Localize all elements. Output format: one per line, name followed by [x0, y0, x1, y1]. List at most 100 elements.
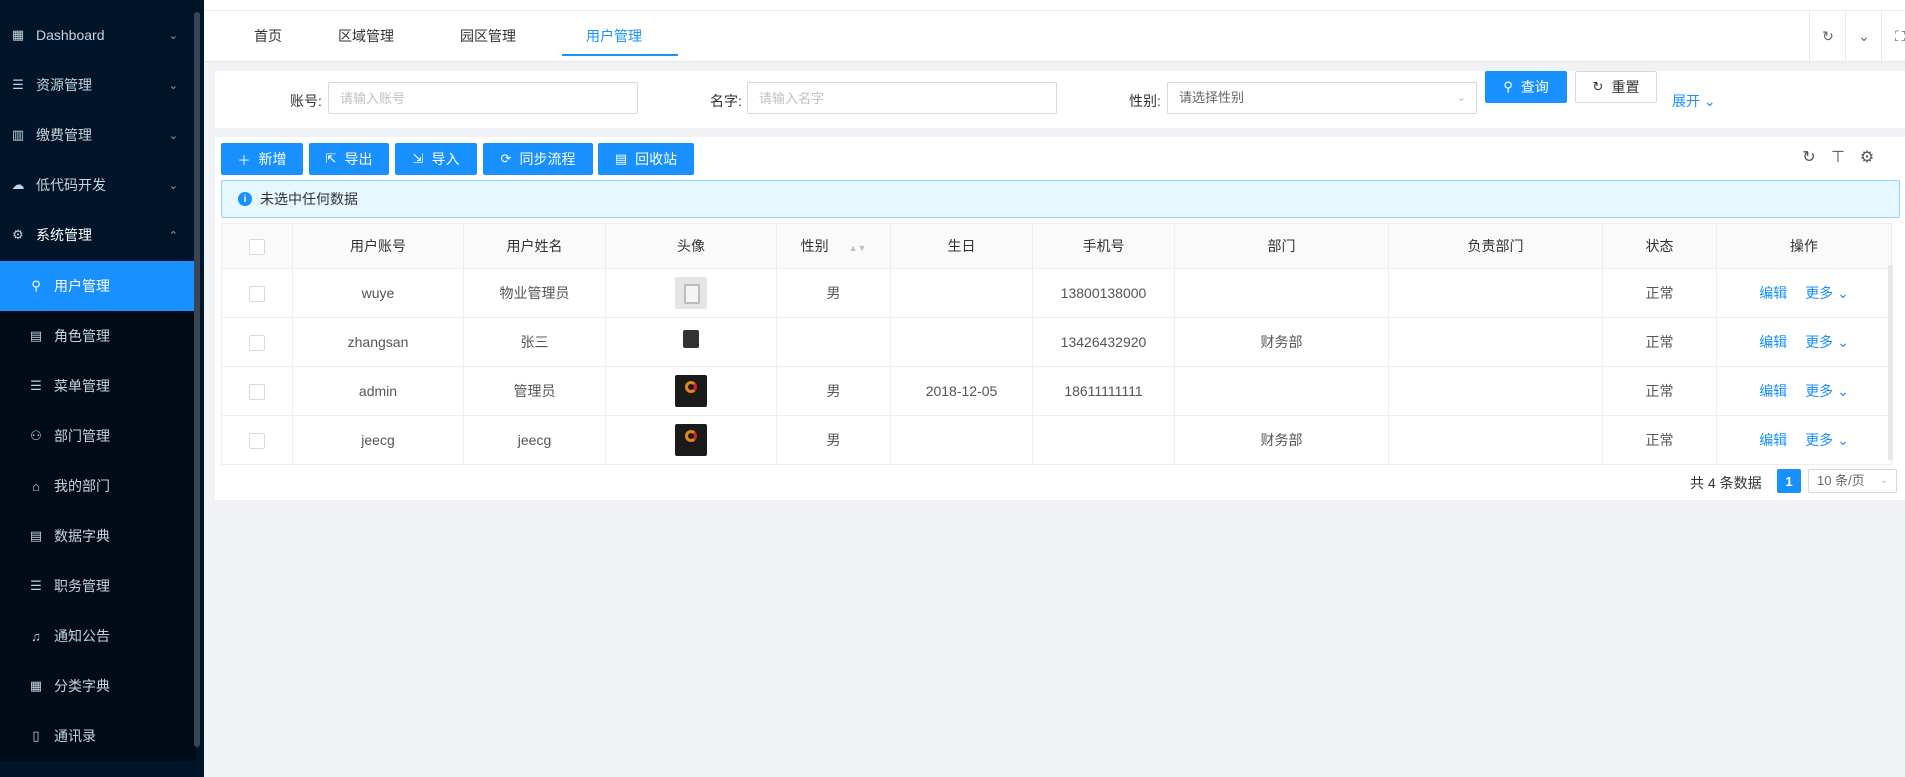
sort-icon[interactable]: ▲▼	[849, 243, 867, 253]
sync-flow-button[interactable]: ⟳ 同步流程	[483, 143, 593, 175]
tab-bar: 首页 区域管理 园区管理 用户管理 ↻ ⌄ ⛶	[204, 0, 1905, 62]
sidebar-item-3[interactable]: ☁ 低代码开发 ⌄	[0, 160, 196, 210]
edit-link[interactable]: 编辑	[1759, 432, 1787, 448]
chevron-down-icon: ⌄	[1456, 92, 1466, 104]
menu-icon: ☰	[30, 378, 42, 393]
gender-cell: 男	[776, 268, 891, 318]
gender-select[interactable]: 请选择性别 ⌄	[1167, 82, 1477, 114]
sidebar-item-4[interactable]: ⚙ 系统管理 ⌃	[0, 210, 196, 260]
avatar[interactable]	[675, 326, 707, 358]
export-button[interactable]: ⇱ 导出	[309, 143, 389, 175]
avatar-cell	[605, 366, 777, 416]
sidebar-subitem-2[interactable]: ☰ 菜单管理	[0, 361, 196, 411]
sidebar: ▦ Dashboard ⌄ ☰ 资源管理 ⌄ ▥ 缴费管理 ⌄ ☁ 低代码开发 ⌄ ⚙ 系统管理 ⌃ ⚲ 用户管…	[0, 0, 204, 777]
user-icon: ⚲	[31, 278, 41, 293]
sidebar-subitem-8[interactable]: ▦ 分类字典	[0, 661, 196, 711]
tab-park-management[interactable]: 园区管理	[460, 26, 516, 46]
sidebar-subitem-7[interactable]: ♫ 通知公告	[0, 611, 196, 661]
sidebar-item-label: 缴费管理	[36, 127, 92, 143]
column-height-icon[interactable]: ⊤	[1829, 148, 1847, 166]
sidebar-scrollbar[interactable]	[194, 12, 200, 747]
more-dropdown[interactable]: 更多 ⌄	[1805, 383, 1849, 399]
account-input[interactable]	[328, 82, 638, 114]
tab-home[interactable]: 首页	[254, 26, 282, 46]
avatar-cell	[605, 268, 777, 318]
more-dropdown[interactable]: 更多 ⌄	[1805, 334, 1849, 350]
gender-cell	[776, 317, 891, 367]
sidebar-subitem-label: 分类字典	[54, 678, 110, 694]
phone-cell: 13800138000	[1032, 268, 1175, 318]
recycle-bin-button[interactable]: ▤ 回收站	[598, 143, 694, 175]
edit-link[interactable]: 编辑	[1759, 285, 1787, 301]
chevron-icon: ⌄	[168, 79, 178, 92]
page-size-select[interactable]: 10 条/页 ⌄	[1808, 469, 1897, 493]
row-checkbox[interactable]	[249, 432, 265, 449]
reset-button[interactable]: ↻ 重置	[1575, 71, 1657, 103]
action-cell: 编辑 更多 ⌄	[1716, 366, 1892, 416]
more-dropdown[interactable]: 更多 ⌄	[1805, 432, 1849, 448]
dept-cell: 财务部	[1174, 415, 1389, 465]
query-button[interactable]: ⚲ 查询	[1485, 71, 1567, 103]
alert-text: 未选中任何数据	[260, 191, 358, 207]
tab-user-management[interactable]: 用户管理	[586, 26, 642, 46]
cloud-icon: ☁	[11, 177, 25, 192]
name-input[interactable]	[747, 82, 1057, 114]
table-scrollbar[interactable]	[1888, 265, 1893, 460]
row-checkbox[interactable]	[249, 334, 265, 351]
import-button[interactable]: ⇲ 导入	[395, 143, 477, 175]
gender-select-placeholder: 请选择性别	[1179, 90, 1245, 105]
select-all-checkbox[interactable]	[249, 238, 265, 255]
chevron-icon: ⌄	[168, 179, 178, 192]
sidebar-item-2[interactable]: ▥ 缴费管理 ⌄	[0, 110, 196, 160]
column-header-gender[interactable]: 性别 ▲▼	[776, 223, 891, 269]
pager-page-1[interactable]: 1	[1777, 469, 1801, 493]
more-dropdown[interactable]: 更多 ⌄	[1805, 285, 1849, 301]
sidebar-subitem-0[interactable]: ⚲ 用户管理	[0, 261, 196, 311]
column-header: 用户姓名	[463, 223, 606, 269]
sync-flow-button-label: 同步流程	[519, 151, 576, 167]
chevron-down-icon[interactable]: ⌄	[1845, 11, 1882, 61]
name-cell: 物业管理员	[463, 268, 606, 318]
row-checkbox[interactable]	[249, 383, 265, 400]
search-panel: 账号: 名字: 性别: 请选择性别 ⌄ ⚲ 查询 ↻ 重置 展开 ⌄	[215, 71, 1905, 128]
expand-link[interactable]: 展开 ⌄	[1672, 91, 1716, 111]
chevron-icon: ⌃	[168, 229, 178, 242]
sidebar-subitem-label: 数据字典	[54, 528, 110, 544]
sidebar-subitem-6[interactable]: ☰ 职务管理	[0, 561, 196, 611]
edit-link[interactable]: 编辑	[1759, 334, 1787, 350]
sync-icon: ⟳	[500, 151, 512, 166]
reload-icon: ↻	[1592, 79, 1604, 94]
avatar[interactable]	[675, 277, 707, 309]
row-checkbox[interactable]	[249, 285, 265, 302]
sidebar-subitem-3[interactable]: ⚇ 部门管理	[0, 411, 196, 461]
sidebar-subitem-label: 通知公告	[54, 628, 110, 644]
page-size-value: 10 条/页	[1817, 473, 1865, 488]
chevron-down-icon: ⌄	[1837, 334, 1849, 350]
sidebar-subitem-5[interactable]: ▤ 数据字典	[0, 511, 196, 561]
edit-link[interactable]: 编辑	[1759, 383, 1787, 399]
birthday-cell: 2018-12-05	[890, 366, 1033, 416]
sidebar-subitem-4[interactable]: ⌂ 我的部门	[0, 461, 196, 511]
sidebar-item-0[interactable]: ▦ Dashboard ⌄	[0, 10, 196, 60]
sidebar-subitem-9[interactable]: ▯ 通讯录	[0, 711, 196, 761]
fullscreen-icon[interactable]: ⛶	[1881, 11, 1905, 61]
bell-icon: ♫	[31, 628, 41, 644]
list-icon: ▦	[29, 678, 43, 693]
reload-icon[interactable]: ↻	[1800, 148, 1818, 166]
add-button[interactable]: ＋ 新增	[221, 143, 303, 175]
select-cell	[221, 268, 293, 318]
gender-label: 性别:	[1129, 93, 1161, 109]
chevron-icon: ⌄	[168, 129, 178, 142]
settings-icon[interactable]: ⚙	[1858, 148, 1876, 166]
tab-area-management[interactable]: 区域管理	[338, 26, 394, 46]
reload-icon[interactable]: ↻	[1809, 11, 1846, 61]
export-icon: ⇱	[325, 151, 337, 166]
query-button-label: 查询	[1520, 79, 1549, 95]
avatar[interactable]	[675, 424, 707, 456]
database-icon: ☰	[30, 578, 42, 593]
sidebar-subitem-1[interactable]: ▤ 角色管理	[0, 311, 196, 361]
avatar[interactable]	[675, 375, 707, 407]
sidebar-item-1[interactable]: ☰ 资源管理 ⌄	[0, 60, 196, 110]
column-header: 手机号	[1032, 223, 1175, 269]
selection-alert: i 未选中任何数据	[221, 180, 1900, 218]
